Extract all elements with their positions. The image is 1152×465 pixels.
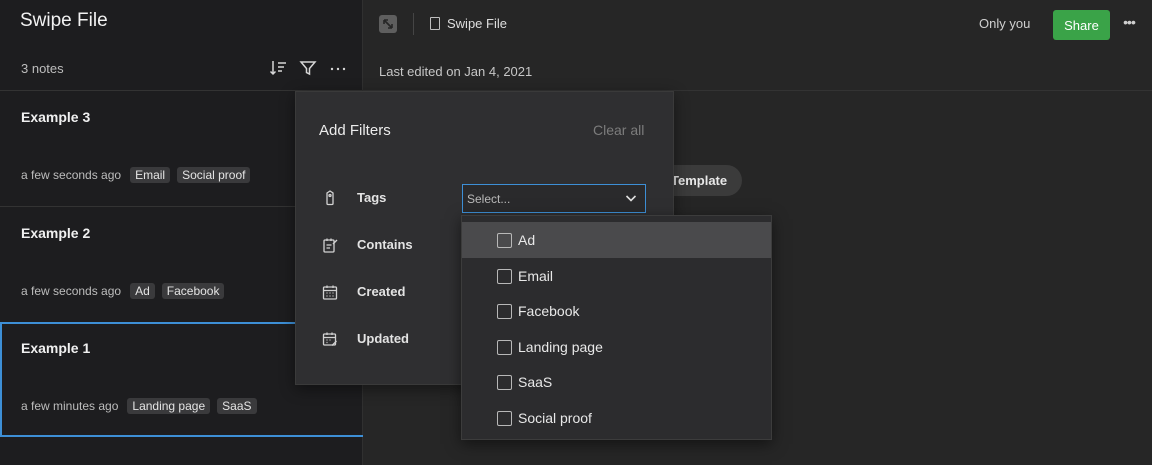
note-timestamp: a few minutes ago bbox=[21, 399, 119, 413]
note-title: Example 2 bbox=[21, 225, 91, 241]
contains-icon bbox=[323, 238, 338, 253]
sharing-status[interactable]: Only you bbox=[979, 16, 1030, 31]
filter-label: Contains bbox=[357, 237, 413, 252]
note-tag[interactable]: Email bbox=[130, 167, 171, 183]
editor-topbar: Swipe File Only you Share ••• bbox=[363, 0, 1152, 48]
note-title: Example 1 bbox=[21, 340, 91, 356]
filter-row-updated[interactable]: Updated bbox=[322, 331, 409, 347]
calendar-icon bbox=[322, 285, 338, 300]
checkbox[interactable] bbox=[497, 374, 512, 390]
divider bbox=[413, 13, 414, 35]
dropdown-option-social-proof[interactable]: Social proof bbox=[462, 400, 771, 436]
option-label: Landing page bbox=[518, 339, 603, 355]
option-label: Email bbox=[518, 268, 554, 284]
note-list-toolbar bbox=[268, 58, 348, 78]
checkbox[interactable] bbox=[497, 268, 512, 284]
sort-icon[interactable] bbox=[268, 58, 288, 78]
option-label: SaaS bbox=[518, 374, 553, 390]
share-button[interactable]: Share bbox=[1053, 10, 1110, 40]
expand-icon[interactable] bbox=[379, 15, 397, 33]
option-label: Ad bbox=[518, 232, 536, 248]
note-tag[interactable]: Ad bbox=[130, 283, 155, 299]
more-options-icon[interactable]: ••• bbox=[1120, 14, 1138, 34]
note-timestamp: a few seconds ago bbox=[21, 284, 122, 298]
note-title: Example 3 bbox=[21, 109, 91, 125]
filter-row-tags[interactable]: Tags bbox=[322, 190, 386, 206]
dropdown-option-email[interactable]: Email bbox=[462, 258, 771, 294]
tags-dropdown-menu: Ad Email Facebook Landing page SaaS Soci… bbox=[461, 215, 772, 440]
dropdown-option-landing-page[interactable]: Landing page bbox=[462, 329, 771, 365]
note-meta: a few minutes ago Landing page SaaS bbox=[21, 398, 257, 414]
note-tag[interactable]: SaaS bbox=[217, 398, 257, 414]
calendar-edit-icon bbox=[322, 332, 337, 346]
checkbox[interactable] bbox=[497, 303, 512, 319]
dropdown-option-ad[interactable]: Ad bbox=[462, 222, 771, 258]
select-placeholder: Select... bbox=[467, 191, 511, 206]
clear-all-button[interactable]: Clear all bbox=[593, 122, 644, 138]
filter-label: Created bbox=[357, 284, 406, 299]
filter-row-contains[interactable]: Contains bbox=[322, 237, 413, 253]
note-tag[interactable]: Social proof bbox=[177, 167, 251, 183]
filter-label: Updated bbox=[357, 331, 409, 346]
tags-select-input[interactable]: Select... bbox=[462, 184, 646, 213]
notebook-breadcrumb[interactable]: Swipe File bbox=[447, 16, 507, 31]
checkbox[interactable] bbox=[497, 339, 512, 355]
filter-icon[interactable] bbox=[298, 58, 318, 78]
dropdown-option-facebook[interactable]: Facebook bbox=[462, 293, 771, 329]
chevron-down-icon bbox=[625, 195, 637, 202]
note-meta: a few seconds ago Email Social proof bbox=[21, 167, 251, 183]
note-meta: a few seconds ago Ad Facebook bbox=[21, 283, 225, 299]
note-tag[interactable]: Landing page bbox=[127, 398, 211, 414]
more-options-icon[interactable] bbox=[328, 58, 348, 78]
filter-row-created[interactable]: Created bbox=[322, 284, 405, 300]
dropdown-option-saas[interactable]: SaaS bbox=[462, 364, 771, 400]
option-label: Social proof bbox=[518, 410, 592, 426]
checkbox[interactable] bbox=[497, 410, 512, 426]
notebook-title: Swipe File bbox=[20, 10, 108, 31]
filter-label: Tags bbox=[357, 190, 387, 205]
note-tag[interactable]: Facebook bbox=[161, 283, 225, 299]
checkbox[interactable] bbox=[497, 232, 512, 248]
notebook-icon bbox=[430, 17, 440, 30]
option-label: Facebook bbox=[518, 303, 580, 319]
note-count: 3 notes bbox=[21, 61, 64, 76]
note-timestamp: a few seconds ago bbox=[21, 168, 122, 182]
last-edited-text: Last edited on Jan 4, 2021 bbox=[379, 64, 533, 79]
filter-panel-title: Add Filters bbox=[319, 122, 391, 139]
tag-icon bbox=[326, 190, 334, 206]
